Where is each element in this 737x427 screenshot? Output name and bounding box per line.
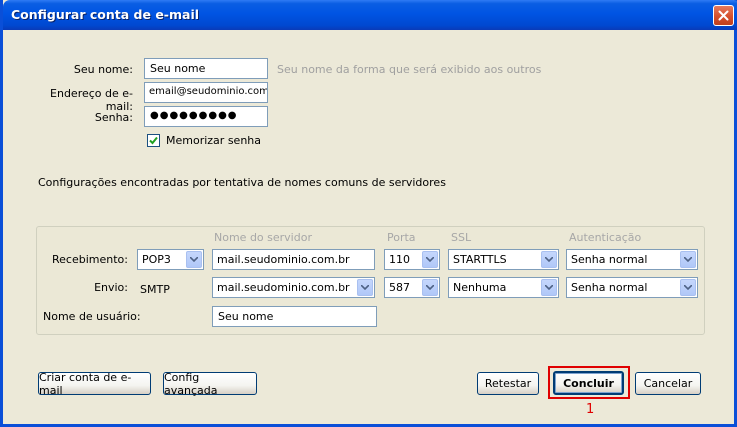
outgoing-server-value: mail.seudominio.com.br — [217, 281, 350, 294]
outgoing-ssl-value: Nenhuma — [453, 281, 507, 294]
outgoing-protocol: SMTP — [140, 283, 170, 296]
close-icon — [718, 10, 729, 21]
incoming-protocol-value: POP3 — [142, 253, 171, 266]
chevron-down-icon — [186, 251, 202, 268]
outgoing-server-select[interactable]: mail.seudominio.com.br — [212, 277, 375, 298]
incoming-ssl-value: STARTTLS — [453, 253, 507, 266]
chevron-down-icon — [422, 251, 438, 268]
remember-password-label: Memorizar senha — [166, 134, 261, 147]
password-label: Senha: — [94, 111, 133, 124]
email-input[interactable]: email@seudominio.com.br — [144, 82, 268, 103]
outgoing-auth-value: Senha normal — [571, 281, 648, 294]
col-header-ssl: SSL — [451, 231, 472, 244]
username-label: Nome de usuário: — [43, 310, 141, 323]
incoming-auth-value: Senha normal — [571, 253, 648, 266]
password-input[interactable]: ●●●●●●●●● — [144, 106, 268, 127]
incoming-ssl-select[interactable]: STARTTLS — [448, 249, 559, 270]
close-button[interactable] — [713, 5, 734, 26]
name-label: Seu nome: — [73, 63, 133, 76]
retest-button[interactable]: Retestar — [477, 372, 539, 395]
outgoing-label: Envio: — [94, 281, 128, 294]
col-header-server: Nome do servidor — [214, 231, 312, 244]
chevron-down-icon — [541, 279, 557, 296]
col-header-auth: Autenticação — [569, 231, 642, 244]
highlight-box — [548, 366, 630, 399]
name-hint: Seu nome da forma que será exibido aos o… — [277, 63, 542, 76]
incoming-server-value: mail.seudominio.com.br — [217, 253, 350, 266]
title-bar[interactable]: Configurar conta de e-mail — [3, 0, 737, 30]
callout-number: 1 — [586, 402, 595, 417]
dialog-window: Configurar conta de e-mail Seu nome: Seu… — [0, 0, 737, 427]
name-input[interactable]: Seu nome — [144, 58, 268, 79]
incoming-server-input[interactable]: mail.seudominio.com.br — [212, 249, 375, 270]
email-label: Endereço de e-mail: — [50, 87, 133, 113]
cancel-button[interactable]: Cancelar — [635, 372, 701, 395]
outgoing-auth-select[interactable]: Senha normal — [566, 277, 698, 298]
outgoing-ssl-select[interactable]: Nenhuma — [448, 277, 559, 298]
window-title: Configurar conta de e-mail — [11, 7, 200, 22]
incoming-protocol-select[interactable]: POP3 — [137, 249, 204, 270]
outgoing-port-select[interactable]: 587 — [384, 277, 440, 298]
chevron-down-icon — [357, 279, 373, 296]
incoming-port-select[interactable]: 110 — [384, 249, 440, 270]
create-account-button[interactable]: Criar conta de e-mail — [38, 371, 151, 397]
incoming-auth-select[interactable]: Senha normal — [566, 249, 698, 270]
checkmark-icon — [149, 136, 158, 145]
remember-password-checkbox[interactable] — [147, 134, 160, 147]
advanced-config-button[interactable]: Config avançada — [163, 371, 257, 397]
chevron-down-icon — [680, 251, 696, 268]
chevron-down-icon — [422, 279, 438, 296]
incoming-port-value: 110 — [389, 253, 410, 266]
chevron-down-icon — [541, 251, 557, 268]
username-input[interactable]: Seu nome — [212, 306, 377, 327]
chevron-down-icon — [680, 279, 696, 296]
outgoing-port-value: 587 — [389, 281, 410, 294]
status-text: Configurações encontradas por tentativa … — [38, 176, 446, 189]
col-header-port: Porta — [387, 231, 416, 244]
incoming-label: Recebimento: — [52, 253, 128, 266]
